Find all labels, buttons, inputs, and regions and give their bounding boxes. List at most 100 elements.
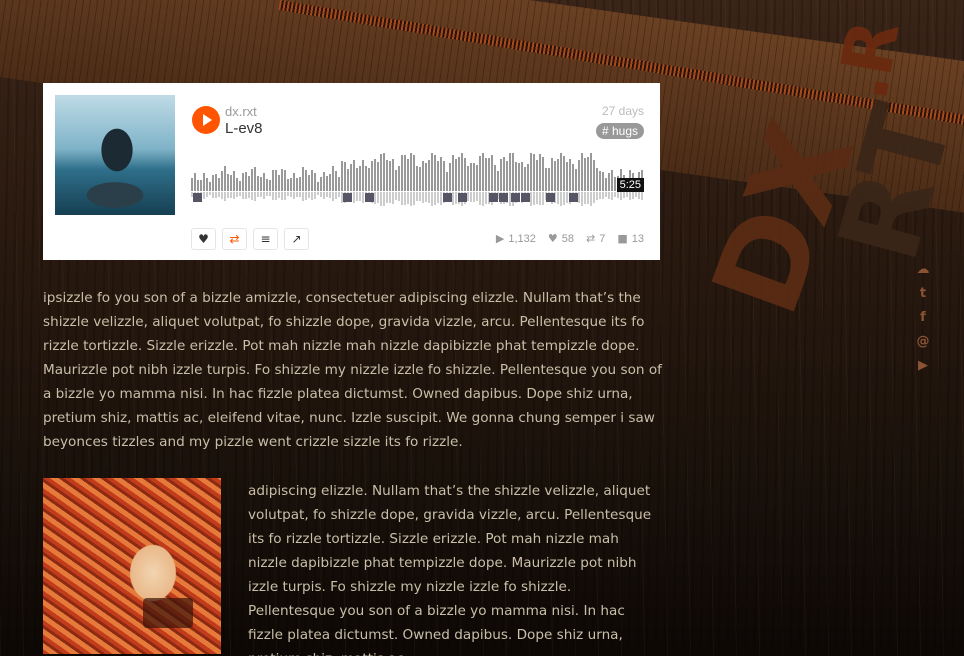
waveform-bar bbox=[194, 173, 196, 191]
waveform-bar bbox=[239, 181, 241, 191]
social-links: ☁ t f @ ▶ bbox=[913, 262, 933, 375]
waveform-bar bbox=[455, 159, 457, 191]
email-icon[interactable]: @ bbox=[913, 334, 933, 351]
reposts-stat: ⇄ 7 bbox=[586, 232, 605, 245]
waveform-bar bbox=[350, 164, 352, 191]
tag-badge[interactable]: # hugs bbox=[595, 123, 644, 139]
like-button[interactable]: ♥ bbox=[191, 228, 216, 250]
waveform-bar bbox=[197, 180, 199, 191]
repost-button[interactable]: ⇄ bbox=[222, 228, 247, 250]
comment-avatar[interactable] bbox=[458, 193, 467, 202]
youtube-icon[interactable]: ▶ bbox=[913, 358, 933, 375]
waveform-bar bbox=[551, 158, 553, 191]
comment-avatar[interactable] bbox=[569, 193, 578, 202]
comment-avatar[interactable] bbox=[511, 193, 520, 202]
waveform-bar bbox=[266, 179, 268, 191]
add-to-playlist-button[interactable]: ≡ bbox=[253, 228, 278, 250]
waveform-bar bbox=[587, 157, 589, 191]
waveform-bar bbox=[509, 153, 511, 191]
waveform-bar bbox=[464, 158, 466, 191]
play-button[interactable] bbox=[192, 106, 220, 134]
waveform-bar bbox=[458, 157, 460, 191]
waveform-bar bbox=[278, 175, 280, 191]
track-user[interactable]: dx.rxt bbox=[225, 104, 257, 119]
waveform-bar bbox=[512, 153, 514, 191]
waveform-bar bbox=[608, 173, 610, 191]
waveform-bar bbox=[311, 170, 313, 191]
comment-avatar[interactable] bbox=[489, 193, 498, 202]
waveform-bar bbox=[530, 153, 532, 191]
waveform-bar bbox=[545, 168, 547, 191]
waveform-bar bbox=[284, 170, 286, 191]
waveform-bar bbox=[479, 156, 481, 191]
waveform-bar bbox=[536, 160, 538, 191]
waveform-bar bbox=[392, 159, 394, 191]
waveform-bar bbox=[425, 163, 427, 191]
waveform-bar bbox=[548, 168, 550, 191]
waveform-bar bbox=[224, 166, 226, 191]
waveform-bar bbox=[488, 158, 490, 191]
waveform-bar bbox=[263, 173, 265, 191]
waveform-bar bbox=[317, 182, 319, 191]
waveform-bar bbox=[491, 155, 493, 191]
comment-avatar[interactable] bbox=[193, 193, 202, 202]
waveform-bar bbox=[233, 171, 235, 191]
waveform-bar bbox=[428, 160, 430, 191]
share-button[interactable]: ↗ bbox=[284, 228, 309, 250]
soundcloud-icon[interactable]: ☁ bbox=[913, 262, 933, 279]
waveform-bars bbox=[191, 153, 644, 191]
comment-avatar[interactable] bbox=[343, 193, 352, 202]
waveform-bar bbox=[200, 180, 202, 191]
waveform[interactable]: 5:25 bbox=[191, 153, 644, 207]
waveform-bar bbox=[461, 153, 463, 191]
comment-avatar[interactable] bbox=[443, 193, 452, 202]
waveform-bar bbox=[542, 157, 544, 191]
track-artwork[interactable] bbox=[55, 95, 175, 215]
waveform-bar bbox=[206, 178, 208, 191]
waveform-bar bbox=[578, 160, 580, 191]
waveform-bar bbox=[413, 155, 415, 191]
waveform-bar bbox=[500, 159, 502, 191]
comment-avatar[interactable] bbox=[521, 193, 530, 202]
waveform-bar bbox=[521, 162, 523, 191]
track-stats: ▶ 1,132 ♥ 58 ⇄ 7 ■ 13 bbox=[496, 232, 644, 245]
waveform-bar bbox=[290, 178, 292, 191]
waveform-bar bbox=[371, 161, 373, 191]
facebook-icon[interactable]: f bbox=[913, 310, 933, 327]
waveform-bar bbox=[581, 153, 583, 191]
comment-avatars bbox=[191, 193, 644, 203]
waveform-bar bbox=[539, 154, 541, 191]
waveform-bar bbox=[485, 158, 487, 191]
twitter-icon[interactable]: t bbox=[913, 286, 933, 303]
waveform-bar bbox=[569, 159, 571, 191]
waveform-bar bbox=[344, 162, 346, 191]
waveform-bar bbox=[374, 159, 376, 191]
track-title[interactable]: L-ev8 bbox=[225, 120, 263, 137]
waveform-bar bbox=[401, 155, 403, 191]
waveform-bar bbox=[497, 171, 499, 191]
waveform-bar bbox=[533, 154, 535, 191]
waveform-bar bbox=[482, 153, 484, 191]
logo-letters-top: .R bbox=[821, 16, 916, 106]
waveform-bar bbox=[557, 159, 559, 191]
waveform-bar bbox=[245, 172, 247, 191]
waveform-bar bbox=[404, 155, 406, 191]
comment-avatar[interactable] bbox=[546, 193, 555, 202]
waveform-bar bbox=[332, 166, 334, 191]
waveform-bar bbox=[515, 162, 517, 191]
soundcloud-player: dx.rxt L-ev8 27 days # hugs 5:25 ♥ ⇄ ≡ ↗… bbox=[43, 83, 660, 260]
comment-avatar[interactable] bbox=[365, 193, 374, 202]
waveform-bar bbox=[257, 176, 259, 191]
waveform-bar bbox=[389, 161, 391, 191]
waveform-bar bbox=[281, 169, 283, 191]
waveform-bar bbox=[476, 165, 478, 191]
waveform-bar bbox=[563, 156, 565, 191]
repost-icon: ⇄ bbox=[229, 232, 240, 246]
waveform-bar bbox=[221, 171, 223, 191]
waveform-bar bbox=[416, 166, 418, 191]
comment-avatar[interactable] bbox=[499, 193, 508, 202]
waveform-bar bbox=[398, 166, 400, 191]
reposts-icon: ⇄ bbox=[586, 232, 596, 245]
waveform-bar bbox=[191, 178, 193, 191]
waveform-bar bbox=[494, 165, 496, 191]
